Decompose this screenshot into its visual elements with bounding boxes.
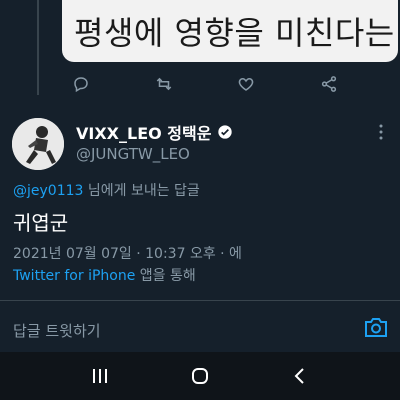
user-handle[interactable]: @JUNGTW_LEO	[76, 145, 190, 163]
home-icon	[192, 368, 208, 384]
system-nav-bar	[0, 352, 400, 400]
retweet-button[interactable]	[153, 73, 175, 95]
reply-icon	[74, 77, 88, 93]
share-icon	[321, 76, 337, 92]
share-button[interactable]	[318, 73, 340, 95]
retweet-icon	[156, 77, 171, 91]
quoted-tweet-image[interactable]: 평생에 영향을 미친다는 얘	[62, 0, 398, 62]
reply-context: @jey0113 님에게 보내는 답글	[13, 180, 200, 200]
reply-context-suffix: 님에게 보내는 답글	[83, 183, 200, 199]
recents-icon	[93, 369, 107, 383]
reply-input[interactable]: 답글 트윗하기	[13, 320, 101, 341]
quoted-tweet-text: 평생에 영향을 미친다는 얘	[74, 14, 398, 52]
back-icon	[294, 368, 304, 384]
like-button[interactable]	[235, 73, 257, 95]
tweet-text: 귀엽군	[13, 211, 69, 235]
verified-icon	[218, 125, 233, 139]
reply-composer[interactable]: 답글 트윗하기	[0, 301, 400, 351]
tweet-action-bar	[70, 70, 340, 98]
recents-button[interactable]	[80, 356, 120, 396]
more-icon[interactable]	[378, 124, 384, 140]
thread-line	[37, 0, 39, 95]
tweet-source: Twitter for iPhone 앱을 통해	[13, 265, 196, 285]
back-button[interactable]	[280, 356, 320, 396]
tweet-timestamp: 2021년 07월 07일 · 10:37 오후 · 에	[13, 246, 242, 262]
home-button[interactable]	[180, 356, 220, 396]
source-client-link[interactable]: Twitter for iPhone	[13, 268, 135, 284]
like-icon	[239, 77, 254, 91]
author-name-row: VIXX_LEO 정택운	[76, 120, 233, 144]
source-suffix: 앱을 통해	[135, 268, 196, 284]
camera-icon[interactable]	[364, 316, 388, 338]
display-name[interactable]: VIXX_LEO 정택운	[76, 120, 211, 144]
reply-button[interactable]	[70, 73, 92, 95]
avatar[interactable]	[12, 118, 64, 170]
reply-mention-link[interactable]: @jey0113	[13, 183, 83, 199]
